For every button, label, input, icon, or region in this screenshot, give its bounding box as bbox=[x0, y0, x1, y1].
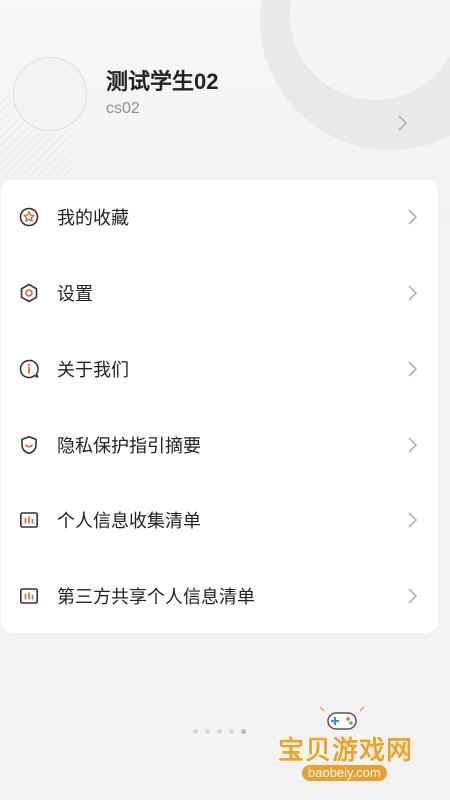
page-dot bbox=[217, 729, 222, 734]
bar-chart-icon bbox=[19, 512, 38, 528]
bar-chart-icon bbox=[19, 588, 38, 604]
menu-item-label: 隐私保护指引摘要 bbox=[57, 436, 201, 456]
watermark-title: 宝贝游戏网 bbox=[278, 735, 414, 765]
menu-card: 我的收藏 设置 关于我们 隐私保护指引摘要 个人信息收集清单 第三方共享个人信息… bbox=[1, 180, 438, 633]
chevron-right-icon bbox=[408, 437, 418, 453]
user-id: cs02 bbox=[106, 100, 140, 117]
chevron-right-icon bbox=[408, 209, 418, 225]
gear-hexagon-icon bbox=[20, 283, 38, 303]
chevron-right-icon bbox=[408, 588, 418, 604]
shield-icon bbox=[21, 436, 37, 455]
page-dot bbox=[193, 729, 198, 734]
menu-item-label: 设置 bbox=[57, 284, 93, 304]
avatar[interactable] bbox=[13, 57, 87, 131]
menu-item-favorites[interactable]: 我的收藏 bbox=[1, 187, 438, 247]
menu-item-privacy-summary[interactable]: 隐私保护指引摘要 bbox=[1, 415, 438, 475]
chevron-right-icon bbox=[408, 285, 418, 301]
menu-item-label: 第三方共享个人信息清单 bbox=[57, 587, 255, 607]
chevron-right-icon bbox=[408, 512, 418, 528]
menu-item-personal-info-list[interactable]: 个人信息收集清单 bbox=[1, 490, 438, 550]
menu-item-third-party-sharing[interactable]: 第三方共享个人信息清单 bbox=[1, 566, 438, 626]
user-name: 测试学生02 bbox=[106, 69, 219, 94]
page-dot bbox=[205, 729, 210, 734]
menu-item-settings[interactable]: 设置 bbox=[1, 263, 438, 323]
page-dot-active bbox=[241, 729, 246, 734]
star-badge-icon bbox=[19, 207, 39, 227]
menu-item-about[interactable]: 关于我们 bbox=[1, 339, 438, 399]
page-indicator bbox=[193, 729, 246, 734]
page-dot bbox=[229, 729, 234, 734]
watermark: 宝贝游戏网 baobeiy.com bbox=[270, 705, 420, 795]
chevron-right-icon[interactable] bbox=[395, 113, 411, 133]
watermark-url: baobeiy.com bbox=[302, 765, 387, 781]
chevron-right-icon bbox=[408, 361, 418, 377]
info-bubble-icon bbox=[19, 359, 39, 379]
menu-item-label: 关于我们 bbox=[57, 360, 129, 380]
menu-item-label: 个人信息收集清单 bbox=[57, 511, 201, 531]
menu-item-label: 我的收藏 bbox=[57, 208, 129, 228]
